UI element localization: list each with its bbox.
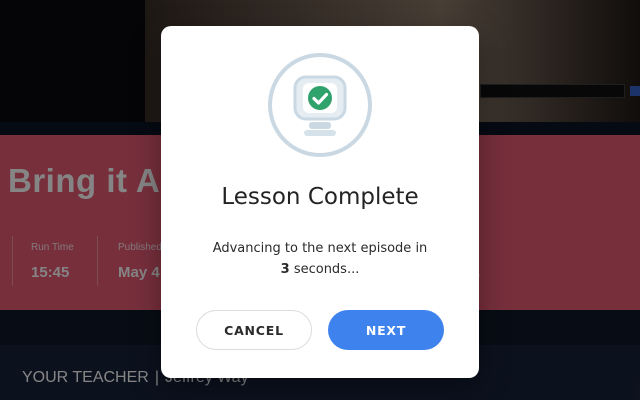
countdown-suffix: seconds... — [289, 262, 360, 277]
monitor-checkmark-icon — [268, 53, 372, 157]
modal-message: Advancing to the next episode in 3 secon… — [161, 238, 479, 280]
modal-message-line: Advancing to the next episode in — [212, 241, 428, 256]
countdown-seconds: 3 — [280, 262, 290, 277]
modal-countdown-line: 3 seconds... — [161, 259, 479, 280]
modal-title: Lesson Complete — [221, 184, 419, 210]
lesson-complete-modal: Lesson Complete Advancing to the next ep… — [161, 26, 479, 378]
next-button[interactable]: NEXT — [328, 310, 444, 350]
cancel-button[interactable]: CANCEL — [196, 310, 312, 350]
